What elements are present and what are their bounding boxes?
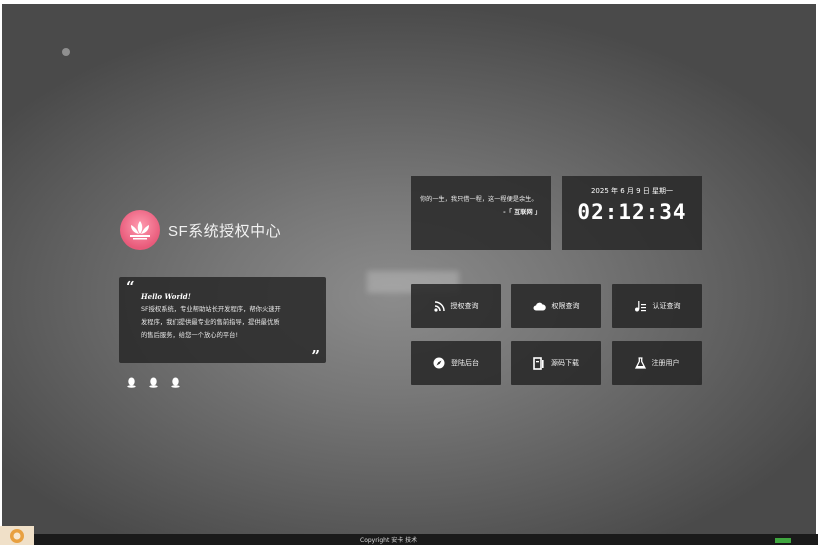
lotus-logo-icon — [120, 210, 160, 250]
intro-card: “ Hello World! SF授权系统，专业帮助站长开发程序，帮你火速开 发… — [119, 277, 326, 365]
social-links — [126, 376, 180, 388]
tile-label: 权限查询 — [551, 302, 580, 310]
qq-icon[interactable] — [170, 376, 180, 388]
footer-copyright: Copyright 安卡 技术 — [360, 537, 418, 544]
start-button[interactable] — [0, 526, 34, 545]
tray-indicator-icon[interactable] — [775, 538, 791, 543]
qq-icon[interactable] — [126, 376, 136, 388]
tile-label: 授权查询 — [450, 302, 479, 310]
poem-card: 你的一生，我只借一程，这一程便是余生。 -「 互联网 」 — [411, 176, 551, 250]
clock-card: 2025 年 6 月 9 日 星期一 02:12:34 — [562, 176, 702, 250]
poem-text: 你的一生，我只借一程，这一程便是余生。 — [420, 196, 538, 203]
quote-open-icon: “ — [126, 278, 135, 296]
qq-icon[interactable] — [148, 376, 158, 388]
download-book-icon — [533, 356, 544, 370]
hello-heading: Hello World! — [141, 292, 191, 301]
intro-line: SF授权系统，专业帮助站长开发程序，帮你火速开 — [141, 306, 281, 313]
app-icon — [10, 528, 24, 543]
intro-line: 的售后服务，给您一个放心的平台! — [141, 332, 238, 339]
cloud-icon — [533, 302, 546, 310]
intro-line: 发程序，我们提供最专业的售前指导，提供最优质 — [141, 319, 280, 326]
brand-title: SF系统授权中心 — [168, 222, 282, 240]
desktop-background: SF系统授权中心 “ Hello World! SF授权系统，专业帮助站长开发程… — [2, 4, 816, 534]
tile-label: 认证查询 — [652, 302, 681, 310]
music-list-icon — [634, 301, 646, 312]
quote-close-icon: ” — [311, 347, 320, 365]
flask-icon — [634, 357, 646, 369]
auth-query-button[interactable]: 授权查询 — [411, 284, 501, 328]
source-download-button[interactable]: 源码下载 — [511, 341, 601, 385]
permission-query-button[interactable]: 权限查询 — [511, 284, 601, 328]
register-user-button[interactable]: 注册用户 — [612, 341, 702, 385]
clock-date: 2025 年 6 月 9 日 星期一 — [590, 187, 674, 195]
tile-label: 源码下载 — [551, 359, 579, 367]
tile-label: 注册用户 — [651, 359, 680, 367]
decor-dot — [62, 48, 70, 56]
brand: SF系统授权中心 — [120, 210, 281, 250]
clock-time: 02:12:34 — [577, 200, 687, 224]
tile-label: 登陆后台 — [451, 359, 479, 367]
compass-icon — [433, 357, 445, 369]
admin-login-button[interactable]: 登陆后台 — [411, 341, 501, 385]
certification-query-button[interactable]: 认证查询 — [612, 284, 702, 328]
poem-source: -「 互联网 」 — [503, 209, 541, 216]
rss-icon — [433, 300, 445, 312]
